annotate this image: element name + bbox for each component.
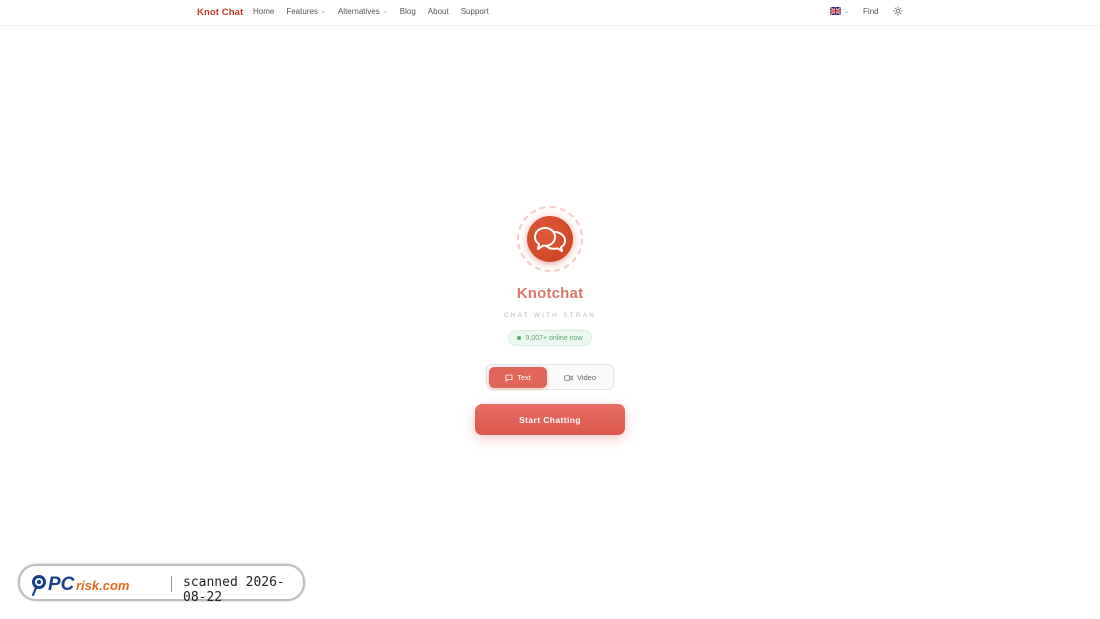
mode-video-button[interactable]: Video: [551, 367, 609, 388]
online-dot-icon: [517, 336, 522, 340]
brand-logo-text[interactable]: Knot Chat: [197, 7, 243, 18]
nav-right-controls: ⌄ Find: [830, 6, 903, 16]
start-chatting-button[interactable]: Start Chatting: [475, 404, 625, 435]
hero-title: Knotchat: [516, 285, 584, 302]
video-camera-icon: [564, 374, 573, 382]
nav-link-features[interactable]: Features ⌄: [286, 7, 326, 16]
nav-link-support[interactable]: Support: [461, 7, 489, 16]
find-link[interactable]: Find: [863, 7, 879, 16]
chat-mode-toggle: Text Video: [486, 364, 614, 390]
chevron-down-icon[interactable]: ⌄: [844, 8, 849, 15]
mode-text-label: Text: [517, 373, 531, 382]
nav-link-blog[interactable]: Blog: [400, 7, 416, 16]
chevron-down-icon: ⌄: [382, 9, 388, 15]
nav-links: Home Features ⌄ Alternatives ⌄ Blog About …: [253, 7, 501, 16]
chat-bubbles-icon: [527, 216, 573, 262]
mode-video-label: Video: [576, 373, 597, 382]
message-icon: [505, 374, 513, 382]
sun-icon[interactable]: [892, 6, 903, 16]
nav-link-home[interactable]: Home: [253, 7, 274, 16]
scan-watermark: PC risk.com scanned 2026-08-22: [18, 564, 305, 605]
top-navbar: Knot Chat Home Features ⌄ Alternatives ⌄ B…: [0, 0, 1100, 26]
chevron-down-icon: ⌄: [320, 9, 326, 15]
online-count-badge: 9,007+ online now: [508, 330, 592, 346]
nav-link-about[interactable]: About: [428, 7, 449, 16]
stamp-separator: [171, 576, 172, 592]
pcrisk-logo: PC risk.com: [31, 574, 130, 596]
uk-flag-icon[interactable]: [830, 7, 841, 15]
scanned-date-text: scanned 2026-08-22: [183, 575, 285, 605]
svg-text:PC: PC: [48, 574, 75, 595]
online-count-text: 9,007+ online now: [525, 334, 583, 342]
hero-subtitle: CHAT WITH STRAN: [503, 312, 597, 319]
mode-text-button[interactable]: Text: [489, 367, 547, 388]
svg-text:risk.com: risk.com: [76, 578, 130, 593]
hero-logo: [517, 206, 583, 272]
nav-link-alternatives[interactable]: Alternatives ⌄: [338, 7, 388, 16]
